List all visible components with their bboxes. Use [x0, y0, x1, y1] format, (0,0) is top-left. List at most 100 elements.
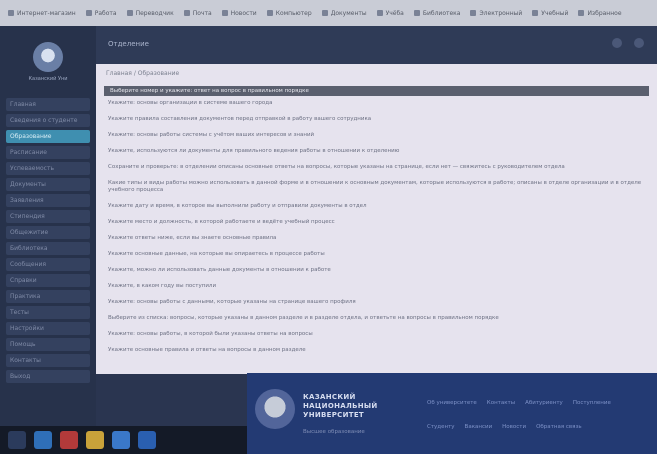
question-row[interactable]: Укажите: основы работы системы с учётом …: [108, 132, 648, 139]
bookmark-icon: [221, 10, 228, 16]
bookmark-icon: [413, 10, 420, 16]
footer-link[interactable]: Абитуриенту: [525, 400, 563, 406]
bookmark-label: Компьютер: [275, 9, 312, 17]
bookmark-icon: [376, 10, 383, 16]
bookmark-item[interactable]: Компьютер: [266, 9, 312, 17]
bookmark-item[interactable]: Учёба: [376, 9, 404, 17]
footer-links: Об университете Контакты Абитуриенту Поступ…: [427, 389, 652, 437]
question-row[interactable]: Укажите: основы работы, в которой были у…: [108, 331, 648, 338]
sidebar-item[interactable]: Настройки: [6, 322, 90, 335]
sidebar-item[interactable]: Справки: [6, 274, 90, 287]
question-row[interactable]: Укажите ответы ниже, если вы знаете осно…: [108, 235, 648, 242]
question-row[interactable]: Укажите: основы работы с данными, которы…: [108, 299, 648, 306]
question-row[interactable]: Укажите, можно ли использовать данные до…: [108, 267, 648, 274]
bookmark-label: Интернет-магазин: [17, 9, 76, 17]
sidebar-item[interactable]: Помощь: [6, 338, 90, 351]
sidebar-item[interactable]: Расписание: [6, 146, 90, 159]
bookmark-icon: [8, 10, 14, 16]
sidebar-item[interactable]: Документы: [6, 178, 90, 191]
bookmark-label: Избранное: [587, 9, 622, 17]
start-icon[interactable]: [8, 431, 26, 449]
user-menu-icon[interactable]: [634, 38, 644, 48]
footer-link[interactable]: Студенту: [427, 424, 455, 430]
bookmark-item[interactable]: Документы: [321, 9, 367, 17]
sidebar-item[interactable]: Тесты: [6, 306, 90, 319]
bookmark-label: Учебный: [541, 9, 569, 17]
university-name-line: УНИВЕРСИТЕТ: [303, 411, 364, 419]
university-logo[interactable]: [33, 42, 63, 72]
logo-caption: Казанский Уни: [28, 76, 68, 82]
bookmark-label: Переводчик: [135, 9, 174, 17]
question-row[interactable]: Укажите, используются ли документы для п…: [108, 148, 648, 155]
footer-link[interactable]: Контакты: [487, 400, 515, 406]
question-row[interactable]: Укажите: основы организации в системе ва…: [108, 100, 648, 107]
notifications-icon[interactable]: [612, 38, 622, 48]
sidebar-item[interactable]: Практика: [6, 290, 90, 303]
page-title: Отделение: [108, 40, 149, 48]
bookmark-item[interactable]: Учебный: [532, 10, 568, 17]
bookmark-icon: [578, 10, 585, 16]
folder-icon[interactable]: [86, 431, 104, 449]
bookmark-label: Новости: [230, 9, 257, 17]
sidebar-item[interactable]: Общежитие: [6, 226, 90, 239]
top-bar: [0, 26, 657, 66]
bookmark-item[interactable]: Электронный: [470, 10, 522, 17]
bookmark-item[interactable]: Почта: [183, 10, 212, 17]
main-content: Главная / Образование Выберите номер и у…: [96, 64, 657, 374]
question-row[interactable]: Выберите из списка: вопросы, которые ука…: [108, 315, 648, 322]
university-name-line: НАЦИОНАЛЬНЫЙ: [303, 402, 378, 410]
sidebar-item[interactable]: Заявления: [6, 194, 90, 207]
question-row[interactable]: Какие типы и виды работы можно использов…: [108, 180, 648, 194]
university-name-line: КАЗАНСКИЙ: [303, 393, 356, 401]
sidebar-item[interactable]: Стипендия: [6, 210, 90, 223]
site-footer: КАЗАНСКИЙ НАЦИОНАЛЬНЫЙ УНИВЕРСИТЕТ Высше…: [247, 373, 657, 454]
bookmark-item[interactable]: Работа: [85, 10, 117, 17]
edge-icon[interactable]: [34, 431, 52, 449]
bookmark-icon: [532, 10, 539, 16]
bookmark-label: Библиотека: [422, 9, 461, 17]
question-row[interactable]: Укажите основные данные, на которые вы о…: [108, 251, 648, 258]
breadcrumb[interactable]: Главная / Образование: [106, 70, 179, 77]
question-row[interactable]: Укажите правила составления документов п…: [108, 116, 648, 123]
footer-logo[interactable]: [255, 389, 295, 429]
word-icon[interactable]: [138, 431, 156, 449]
store-icon[interactable]: [112, 431, 130, 449]
bookmark-label: Документы: [330, 9, 367, 17]
footer-link[interactable]: Поступление: [573, 400, 611, 406]
bookmark-label: Учёба: [385, 9, 404, 17]
footer-link[interactable]: Вакансии: [465, 424, 493, 430]
media-icon[interactable]: [60, 431, 78, 449]
sidebar-item[interactable]: Библиотека: [6, 242, 90, 255]
university-name: КАЗАНСКИЙ НАЦИОНАЛЬНЫЙ УНИВЕРСИТЕТ: [303, 393, 378, 420]
footer-subtitle: Высшее образование: [303, 429, 365, 435]
bookmark-label: Электронный: [479, 9, 523, 17]
bookmark-item[interactable]: Переводчик: [126, 9, 174, 17]
bookmark-icon: [85, 10, 92, 16]
sidebar-item[interactable]: Контакты: [6, 354, 90, 367]
question-row[interactable]: Укажите место и должность, в которой раб…: [108, 219, 648, 226]
bookmark-icon: [470, 10, 477, 16]
bookmark-icon: [126, 10, 133, 16]
bookmark-item[interactable]: Интернет-магазин: [8, 10, 76, 17]
footer-link[interactable]: Новости: [502, 424, 526, 430]
selected-row[interactable]: Выберите номер и укажите: ответ на вопро…: [104, 86, 649, 96]
footer-link[interactable]: Обратная связь: [536, 424, 582, 430]
bookmark-item[interactable]: Избранное: [578, 9, 622, 17]
sidebar-item[interactable]: Успеваемость: [6, 162, 90, 175]
bookmark-icon: [321, 10, 328, 16]
bookmarks-bar: Интернет-магазин Работа Переводчик Почта Нов…: [0, 0, 657, 26]
sidebar-item[interactable]: Выход: [6, 370, 90, 383]
question-row[interactable]: Укажите, в каком году вы поступили: [108, 283, 648, 290]
sidebar-item[interactable]: Главная: [6, 98, 90, 111]
bookmark-item[interactable]: Библиотека: [413, 9, 461, 17]
sidebar: Казанский Уни Главная Сведения о студенте…: [0, 26, 96, 426]
bookmark-icon: [266, 10, 273, 16]
sidebar-item[interactable]: Образование: [6, 130, 90, 143]
question-row[interactable]: Укажите дату и время, в которое вы выпол…: [108, 203, 648, 210]
sidebar-item[interactable]: Сведения о студенте: [6, 114, 90, 127]
bookmark-item[interactable]: Новости: [221, 9, 257, 17]
sidebar-item[interactable]: Сообщения: [6, 258, 90, 271]
question-row[interactable]: Укажите основные правила и ответы на воп…: [108, 347, 648, 354]
question-row[interactable]: Сохраните и проверьте: в отделении описа…: [108, 164, 648, 171]
footer-link[interactable]: Об университете: [427, 400, 477, 406]
